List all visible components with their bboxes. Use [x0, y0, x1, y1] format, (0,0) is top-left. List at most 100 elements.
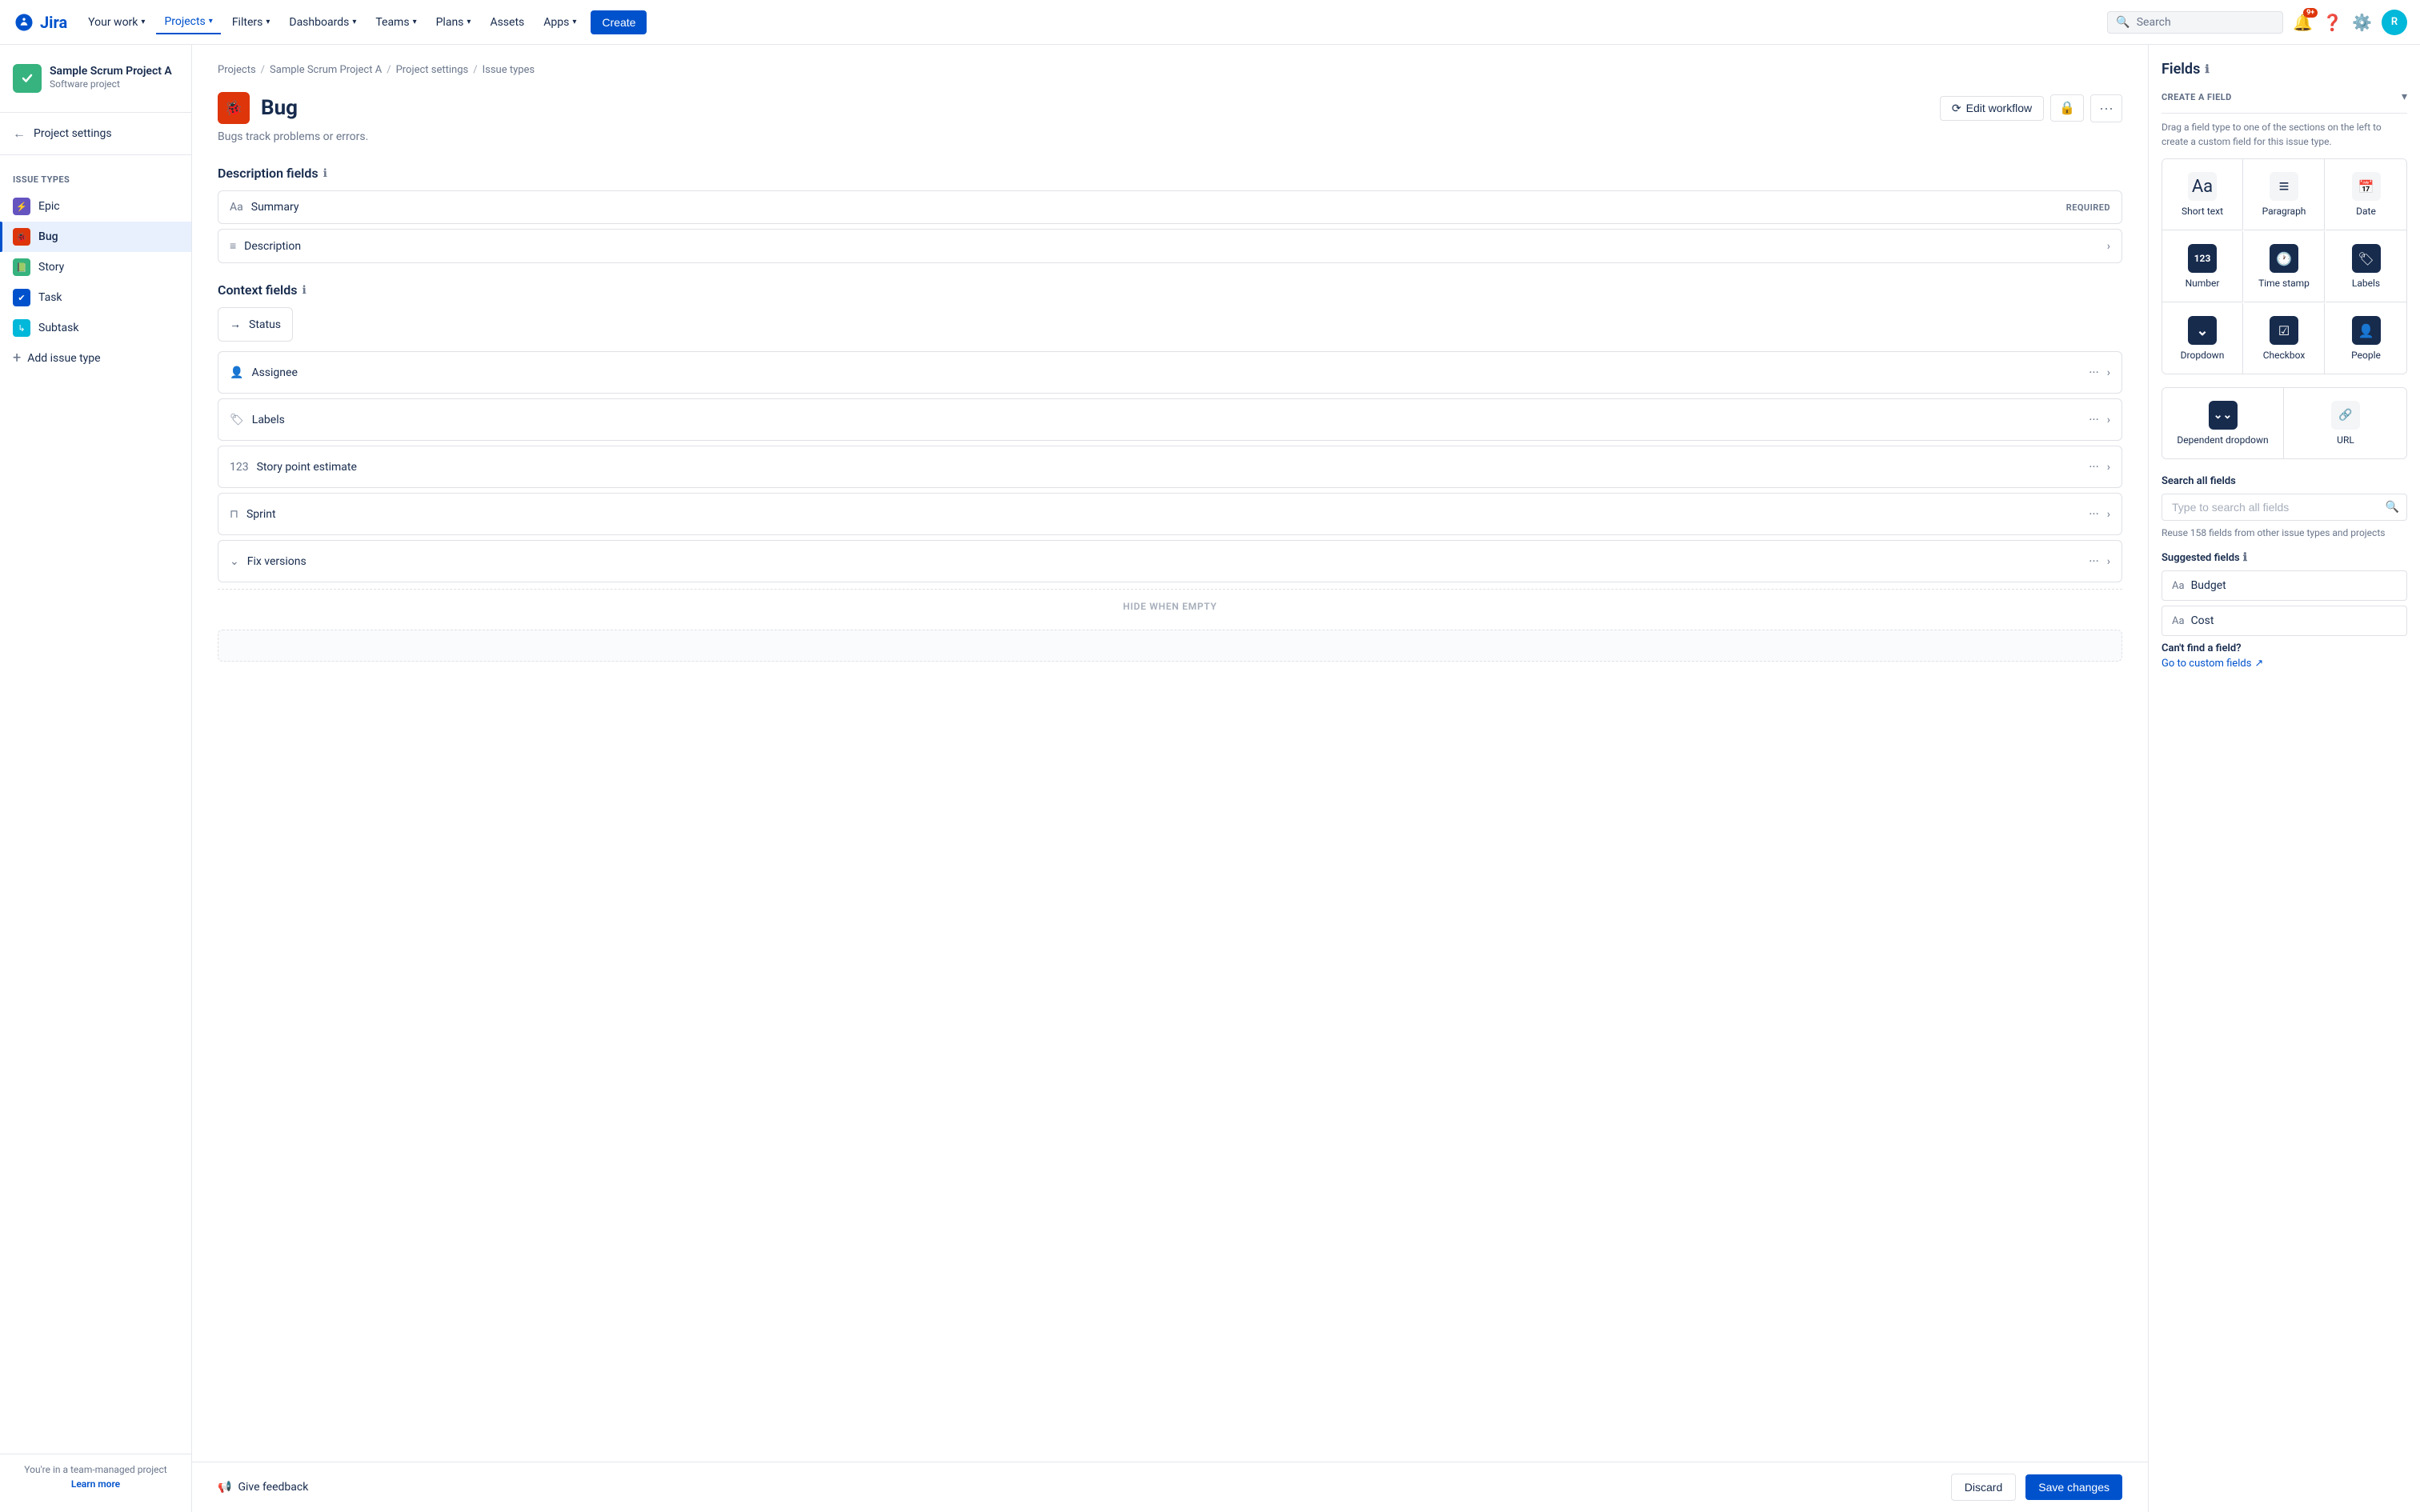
search-fields-input[interactable] — [2162, 494, 2407, 521]
breadcrumb-project-name[interactable]: Sample Scrum Project A — [270, 64, 382, 76]
user-avatar[interactable]: R — [2382, 10, 2407, 35]
arrow-right-icon: → — [230, 318, 241, 331]
sidebar-item-epic[interactable]: ⚡ Epic — [0, 191, 191, 222]
notifications-button[interactable]: 🔔 9+ — [2293, 13, 2313, 32]
field-type-number[interactable]: 123 Number — [2162, 231, 2243, 302]
sidebar-item-subtask[interactable]: ↳ Subtask — [0, 313, 191, 343]
nav-your-work[interactable]: Your work ▾ — [80, 11, 153, 34]
field-type-checkbox[interactable]: ☑ Checkbox — [2244, 303, 2325, 374]
description-info-icon[interactable]: ℹ — [323, 167, 327, 180]
story-point-field-card[interactable]: 123 Story point estimate ··· › — [218, 446, 2122, 488]
fix-versions-more-button[interactable]: ··· — [2082, 550, 2105, 572]
sprint-field-card[interactable]: ⊓ Sprint ··· › — [218, 493, 2122, 535]
sidebar-project-settings[interactable]: ← Project settings — [0, 119, 191, 148]
project-type: Software project — [50, 78, 172, 90]
field-type-url[interactable]: 🔗 URL — [2285, 388, 2406, 458]
story-point-field-name: Story point estimate — [257, 461, 2075, 474]
paragraph-icon: ≡ — [2270, 172, 2298, 201]
workflow-icon: ⟳ — [1952, 102, 1961, 115]
chevron-down-icon: ▾ — [572, 18, 576, 26]
breadcrumb: Projects / Sample Scrum Project A / Proj… — [218, 64, 2122, 76]
sidebar-item-task[interactable]: ✔ Task — [0, 282, 191, 313]
chevron-right-icon: › — [2107, 508, 2110, 521]
status-field-container: → Status — [218, 307, 2122, 346]
context-info-icon[interactable]: ℹ — [302, 284, 306, 297]
fix-versions-field-card[interactable]: ⌄ Fix versions ··· › — [218, 540, 2122, 582]
settings-icon: ← — [13, 126, 26, 142]
task-label: Task — [38, 291, 62, 304]
sidebar-item-bug[interactable]: 🐞 Bug — [0, 222, 191, 252]
status-field-card[interactable]: → Status — [218, 307, 293, 342]
field-type-time-stamp[interactable]: 🕐 Time stamp — [2244, 231, 2325, 302]
summary-field-card[interactable]: Aa Summary REQUIRED — [218, 190, 2122, 224]
chevron-down-icon: ▾ — [266, 18, 270, 26]
date-label: Date — [2356, 206, 2376, 217]
nav-apps[interactable]: Apps ▾ — [535, 11, 584, 34]
page-header: 🐞 Bug ⟳ Edit workflow 🔒 ··· — [218, 92, 2122, 124]
bottom-bar: 📢 Give feedback Discard Save changes — [192, 1462, 2148, 1512]
lock-button[interactable]: 🔒 — [2050, 94, 2084, 122]
field-type-short-text[interactable]: Aa Short text — [2162, 159, 2243, 230]
url-label: URL — [2337, 434, 2354, 446]
field-type-date[interactable]: 📅 Date — [2326, 159, 2406, 230]
global-search[interactable]: 🔍 Search — [2107, 11, 2283, 34]
nav-logo[interactable]: Jira — [13, 11, 67, 34]
nav-filters[interactable]: Filters ▾ — [224, 11, 278, 34]
nav-teams[interactable]: Teams ▾ — [367, 11, 424, 34]
save-changes-button[interactable]: Save changes — [2025, 1474, 2122, 1500]
labels-field-card[interactable]: 🏷 Labels ··· › — [218, 398, 2122, 441]
project-header: Sample Scrum Project A Software project — [0, 58, 191, 106]
story-point-more-button[interactable]: ··· — [2082, 456, 2105, 478]
field-type-paragraph[interactable]: ≡ Paragraph — [2244, 159, 2325, 230]
search-icon: 🔍 — [2386, 501, 2399, 514]
nav-dashboards[interactable]: Dashboards ▾ — [281, 11, 364, 34]
discard-button[interactable]: Discard — [1951, 1474, 2016, 1501]
field-type-labels[interactable]: 🏷 Labels — [2326, 231, 2406, 302]
field-type-people[interactable]: 👤 People — [2326, 303, 2406, 374]
fields-info-icon[interactable]: ℹ — [2205, 63, 2209, 76]
breadcrumb-project-settings[interactable]: Project settings — [396, 64, 469, 76]
more-button[interactable]: ··· — [2090, 94, 2122, 122]
page-description: Bugs track problems or errors. — [218, 130, 2122, 143]
create-button[interactable]: Create — [591, 10, 647, 34]
field-type-dependent-dropdown[interactable]: ⌄⌄ Dependent dropdown — [2162, 388, 2284, 458]
breadcrumb-sep2: / — [387, 64, 391, 76]
sidebar-item-story[interactable]: 📗 Story — [0, 252, 191, 282]
nav-assets[interactable]: Assets — [482, 11, 532, 34]
paragraph-label: Paragraph — [2262, 206, 2306, 217]
chevron-down-icon: ▾ — [209, 17, 213, 26]
learn-more-link[interactable]: Learn more — [13, 1478, 178, 1490]
empty-fields-drop-zone[interactable] — [218, 630, 2122, 662]
plus-icon: + — [13, 350, 21, 366]
edit-workflow-button[interactable]: ⟳ Edit workflow — [1940, 96, 2044, 121]
description-field-card[interactable]: ≡ Description › — [218, 229, 2122, 263]
create-field-header[interactable]: CREATE A FIELD ▾ — [2162, 81, 2407, 114]
nav-plans[interactable]: Plans ▾ — [428, 11, 479, 34]
add-issue-type-button[interactable]: + Add issue type — [0, 343, 191, 373]
field-type-dropdown[interactable]: ⌄ Dropdown — [2162, 303, 2243, 374]
suggested-info-icon[interactable]: ℹ — [2243, 551, 2247, 564]
project-name: Sample Scrum Project A — [50, 64, 172, 78]
cost-text-icon: Aa — [2172, 615, 2185, 627]
assignee-more-button[interactable]: ··· — [2082, 362, 2105, 383]
context-fields-header: Context fields ℹ — [218, 282, 2122, 298]
external-link-icon: ↗ — [2254, 658, 2263, 670]
context-fields-section: Context fields ℹ → Status 👤 Assignee ···… — [218, 282, 2122, 662]
help-button[interactable]: ❓ — [2322, 13, 2342, 32]
budget-label: Budget — [2191, 579, 2226, 592]
sprint-more-button[interactable]: ··· — [2082, 503, 2105, 525]
budget-text-icon: Aa — [2172, 580, 2185, 592]
settings-button[interactable]: ⚙️ — [2352, 13, 2372, 32]
task-icon: ✔ — [13, 289, 30, 306]
assignee-icon: 👤 — [230, 366, 243, 379]
suggested-field-cost[interactable]: Aa Cost — [2162, 606, 2407, 636]
nav-projects[interactable]: Projects ▾ — [156, 10, 220, 34]
labels-more-button[interactable]: ··· — [2082, 409, 2105, 430]
suggested-field-budget[interactable]: Aa Budget — [2162, 570, 2407, 601]
give-feedback-button[interactable]: 📢 Give feedback — [218, 1481, 308, 1494]
assignee-field-card[interactable]: 👤 Assignee ··· › — [218, 351, 2122, 394]
reuse-text: Reuse 158 fields from other issue types … — [2162, 527, 2407, 538]
hide-when-empty-label: HIDE WHEN EMPTY — [218, 589, 2122, 623]
go-to-custom-fields-link[interactable]: Go to custom fields ↗ — [2162, 658, 2407, 670]
breadcrumb-projects[interactable]: Projects — [218, 64, 256, 76]
